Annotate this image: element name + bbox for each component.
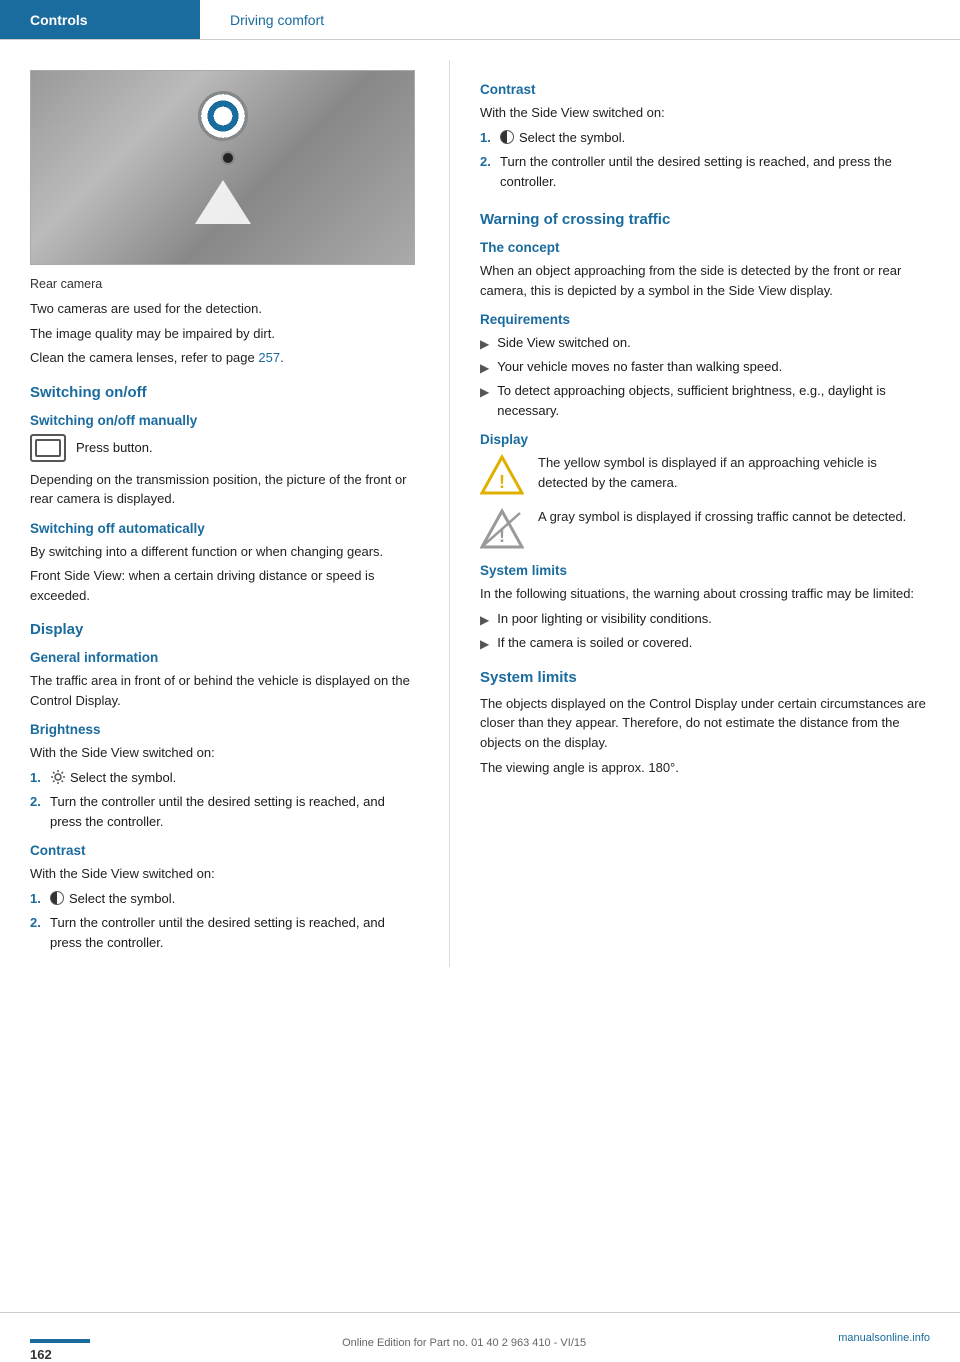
requirements-list: ▶ Side View switched on. ▶ Your vehicle … <box>480 333 930 420</box>
controls-label: Controls <box>30 12 88 28</box>
header-driving-tab: Driving comfort <box>200 0 960 39</box>
yellow-triangle-label: The yellow symbol is displayed if an app… <box>538 453 930 492</box>
arrow-overlay <box>195 180 251 224</box>
header-controls-tab: Controls <box>0 0 200 39</box>
gray-triangle-icon: ! <box>480 507 524 551</box>
yellow-triangle-icon: ! <box>480 453 524 497</box>
system-limits-body1: The objects displayed on the Control Dis… <box>480 694 930 753</box>
general-info-heading: General information <box>30 650 419 665</box>
bmw-logo <box>198 91 248 141</box>
display-heading: Display <box>30 621 419 638</box>
switching-auto-body2: Front Side View: when a certain driving … <box>30 566 419 605</box>
content-wrapper: Rear camera Two cameras are used for the… <box>0 40 960 1027</box>
warning-crossing-heading: Warning of crossing traffic <box>480 211 930 228</box>
bullet-arrow-2: ▶ <box>480 357 489 377</box>
system-limits-list: ▶ In poor lighting or visibility conditi… <box>480 609 930 653</box>
contrast-step-2-right: 2. Turn the controller until the desired… <box>480 152 930 191</box>
camera-dot <box>221 151 235 165</box>
circle-half-icon <box>50 891 64 905</box>
body3-prefix: Clean the camera lenses, refer to page <box>30 350 258 365</box>
footer-right-text: manualsonline.info <box>838 1332 930 1344</box>
image-caption: Rear camera <box>30 277 419 291</box>
bullet-arrow-3: ▶ <box>480 381 489 420</box>
sys-lim2-text: If the camera is soiled or covered. <box>497 633 692 653</box>
contrast-intro-right: With the Side View switched on: <box>480 103 930 123</box>
req-item-3: ▶ To detect approaching objects, suffici… <box>480 381 930 420</box>
contrast-steps-left: 1. Select the symbol. 2. Turn the contro… <box>30 889 419 953</box>
sys-lim-item-2: ▶ If the camera is soiled or covered. <box>480 633 930 653</box>
page-link[interactable]: 257 <box>258 350 280 365</box>
gray-triangle-row: ! A gray symbol is displayed if crossing… <box>480 507 930 551</box>
body-text-2: The image quality may be impaired by dir… <box>30 324 419 344</box>
camera-button-icon <box>30 434 66 462</box>
yellow-triangle-row: ! The yellow symbol is displayed if an a… <box>480 453 930 497</box>
bullet-arrow-1: ▶ <box>480 333 489 353</box>
concept-body: When an object approaching from the side… <box>480 261 930 300</box>
page-header: Controls Driving comfort <box>0 0 960 40</box>
sun-icon <box>50 769 66 785</box>
brightness-step1-label: Select the symbol. <box>70 768 176 788</box>
req1-text: Side View switched on. <box>497 333 630 353</box>
body3-suffix: . <box>280 350 284 365</box>
gray-triangle-label: A gray symbol is displayed if crossing t… <box>538 507 906 527</box>
circle-half-icon-right <box>500 130 514 144</box>
bullet-arrow-sl1: ▶ <box>480 609 489 629</box>
general-info-body: The traffic area in front of or behind t… <box>30 671 419 710</box>
press-button-row: Press button. <box>30 434 419 462</box>
contrast-heading-right: Contrast <box>480 82 930 97</box>
switching-on-off-heading: Switching on/off <box>30 384 419 401</box>
brightness-step-2: 2. Turn the controller until the desired… <box>30 792 419 831</box>
sys-lim1-text: In poor lighting or visibility condition… <box>497 609 712 629</box>
press-button-label: Press button. <box>76 440 153 455</box>
contrast-step2-right-label: Turn the controller until the desired se… <box>500 152 930 191</box>
body-text-3: Clean the camera lenses, refer to page 2… <box>30 348 419 368</box>
footer-blue-bar <box>30 1339 90 1343</box>
contrast-step-1-right: 1. Select the symbol. <box>480 128 930 148</box>
contrast-heading-left: Contrast <box>30 843 419 858</box>
left-column: Rear camera Two cameras are used for the… <box>0 60 450 967</box>
brightness-step-1: 1. Select the symbol. <box>30 768 419 788</box>
brightness-step2-label: Turn the controller until the desired se… <box>50 792 419 831</box>
contrast-steps-right: 1. Select the symbol. 2. Turn the contro… <box>480 128 930 192</box>
contrast-step-1-left: 1. Select the symbol. <box>30 889 419 909</box>
switching-body1: Depending on the transmission position, … <box>30 470 419 509</box>
rear-camera-image <box>30 70 415 265</box>
system-limits-body2: The viewing angle is approx. 180°. <box>480 758 930 778</box>
req3-text: To detect approaching objects, sufficien… <box>497 381 930 420</box>
page-number: 162 <box>30 1347 52 1362</box>
concept-heading: The concept <box>480 240 930 255</box>
switching-auto-heading: Switching off automatically <box>30 521 419 536</box>
display-heading-right: Display <box>480 432 930 447</box>
contrast-intro-left: With the Side View switched on: <box>30 864 419 884</box>
system-limits-heading-small: System limits <box>480 563 930 578</box>
contrast-step1-right-label: Select the symbol. <box>519 128 625 148</box>
body-text-1: Two cameras are used for the detection. <box>30 299 419 319</box>
svg-text:!: ! <box>499 472 505 492</box>
page-footer: 162 Online Edition for Part no. 01 40 2 … <box>0 1312 960 1362</box>
brightness-steps: 1. Select the symbol. 2. Turn the contro… <box>30 768 419 832</box>
req-item-1: ▶ Side View switched on. <box>480 333 930 353</box>
req2-text: Your vehicle moves no faster than walkin… <box>497 357 782 377</box>
brightness-heading: Brightness <box>30 722 419 737</box>
requirements-heading: Requirements <box>480 312 930 327</box>
system-limits-intro: In the following situations, the warning… <box>480 584 930 604</box>
contrast-step2-label: Turn the controller until the desired se… <box>50 913 419 952</box>
right-column: Contrast With the Side View switched on:… <box>450 60 960 967</box>
footer-center-text: Online Edition for Part no. 01 40 2 963 … <box>90 1337 838 1349</box>
system-limits-heading-main: System limits <box>480 669 930 686</box>
sys-lim-item-1: ▶ In poor lighting or visibility conditi… <box>480 609 930 629</box>
switching-auto-body1: By switching into a different function o… <box>30 542 419 562</box>
driving-comfort-label: Driving comfort <box>230 12 324 28</box>
brightness-intro: With the Side View switched on: <box>30 743 419 763</box>
contrast-step-2-left: 2. Turn the controller until the desired… <box>30 913 419 952</box>
req-item-2: ▶ Your vehicle moves no faster than walk… <box>480 357 930 377</box>
contrast-step1-label: Select the symbol. <box>69 889 175 909</box>
switching-manually-heading: Switching on/off manually <box>30 413 419 428</box>
bullet-arrow-sl2: ▶ <box>480 633 489 653</box>
